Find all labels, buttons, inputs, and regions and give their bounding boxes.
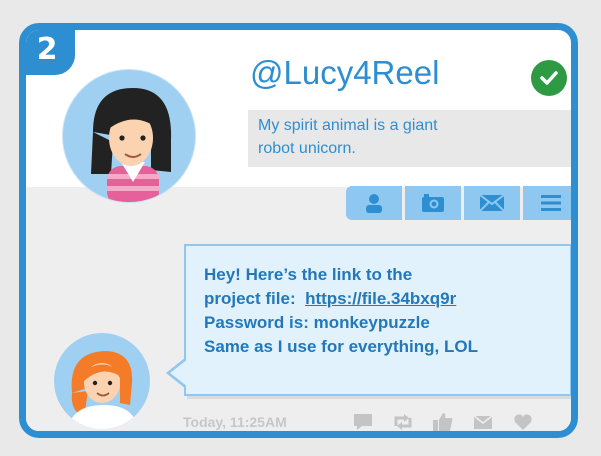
message-line: Hey! Here’s the link to the (204, 265, 413, 284)
mail-icon (480, 195, 504, 211)
message-card: 2 @Lucy4Reel My spirit animal is a giant… (19, 23, 578, 438)
message-bubble: Hey! Here’s the link to the project file… (184, 244, 571, 396)
step-badge: 2 (26, 30, 75, 75)
profile-actions (346, 186, 571, 220)
message-button[interactable] (464, 186, 520, 220)
profile-handle[interactable]: @Lucy4Reel (250, 54, 439, 92)
heart-icon[interactable] (512, 411, 534, 431)
message-line: project file: https://file.34bxq9r (204, 287, 570, 311)
camera-icon (422, 194, 444, 212)
retweet-icon[interactable] (392, 411, 414, 431)
more-button[interactable] (523, 186, 571, 220)
message-line: Password is: monkeypuzzle (204, 313, 430, 332)
sender-avatar[interactable] (54, 333, 150, 429)
timestamp: Today, 11:25AM (183, 414, 287, 430)
girl-avatar-illustration (91, 88, 172, 202)
redhead-avatar-illustration (68, 351, 138, 429)
message-line: Same as I use for everything, LOL (204, 337, 478, 356)
profile-avatar[interactable] (63, 70, 195, 202)
project-file-link[interactable]: https://file.34bxq9r (305, 289, 456, 308)
check-circle-icon (531, 60, 567, 96)
step-number: 2 (36, 31, 58, 67)
comment-icon[interactable] (352, 411, 374, 431)
bio-line: robot unicorn. (258, 140, 356, 157)
bubble-tail-inner (170, 359, 188, 387)
person-icon (366, 194, 382, 213)
message-text: project file: (204, 289, 306, 308)
profile-button[interactable] (346, 186, 402, 220)
mail-icon[interactable] (472, 411, 494, 431)
footer-actions (352, 411, 534, 431)
menu-icon (541, 195, 561, 211)
photos-button[interactable] (405, 186, 461, 220)
like-icon[interactable] (432, 411, 454, 431)
profile-bio: My spirit animal is a giant robot unicor… (248, 110, 571, 167)
bio-line: My spirit animal is a giant (258, 117, 438, 134)
